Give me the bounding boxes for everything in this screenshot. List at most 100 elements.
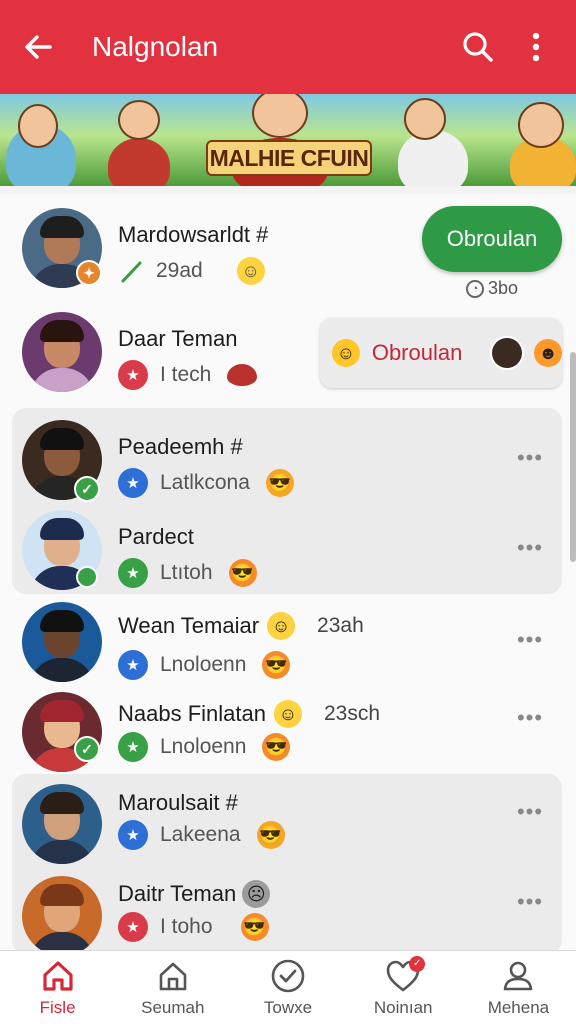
primary-action-button[interactable]: Obroulan — [422, 206, 562, 272]
cool-emoji-icon: 😎 — [262, 733, 291, 761]
nav-label: Towxe — [263, 997, 313, 1017]
banner-title: MALHIE CFUIN — [206, 140, 372, 176]
nav-item-tasks[interactable]: Towxe — [230, 951, 345, 1024]
chat-emoji-icon: ☺ — [332, 339, 360, 367]
star-icon: ★ — [118, 820, 148, 850]
more-horizontal-icon[interactable]: ••• — [516, 801, 544, 826]
banner-character-4-head — [404, 98, 446, 140]
nav-item-search[interactable]: Seumah — [115, 951, 230, 1024]
contact-subtitle-row: ★ Lnoloenn 😎 — [118, 732, 291, 762]
more-options-button[interactable] — [514, 25, 558, 69]
more-horizontal-icon[interactable]: ••• — [516, 629, 544, 654]
contact-name-row: Naabs Finlatan ☺ 23sch — [118, 700, 380, 728]
nav-label: Fisle — [39, 997, 76, 1017]
contact-name-row: Wean Temaiar ☺ 23ah — [118, 612, 364, 640]
action-counter: ◔ 3bo — [466, 278, 518, 299]
promo-banner[interactable]: MALHIE CFUIN — [0, 94, 576, 186]
list-item[interactable]: ✓ Naabs Finlatan ☺ 23sch ★ Lnoloenn 😎 ••… — [0, 686, 576, 778]
contact-name: Pardect — [118, 524, 194, 549]
nav-item-home[interactable]: Fisle — [0, 951, 115, 1024]
more-horizontal-icon[interactable]: ••• — [516, 891, 544, 916]
party-emoji-icon: ☻ — [534, 339, 562, 367]
heart-icon: ✓ — [385, 955, 426, 994]
contact-subtitle-row: 29ad ☺ — [118, 256, 265, 286]
nav-label: Seumah — [141, 997, 205, 1017]
contact-name: Daitr Teman — [118, 881, 237, 906]
nav-label: Mehena — [487, 997, 550, 1017]
contact-subtitle-row: ★ Latlkcona 😎 — [118, 468, 294, 498]
more-horizontal-icon[interactable]: ••• — [516, 537, 544, 562]
smile-emoji-icon: ☺ — [273, 700, 302, 728]
page-title: Nalgnolan — [92, 31, 219, 62]
search-button[interactable] — [456, 25, 500, 69]
bottom-navigation: Fisle Seumah Towxe ✓ Noinıan Mehena — [0, 950, 576, 1024]
contact-subtitle: Lakeena — [160, 823, 241, 846]
avatar — [22, 784, 102, 864]
contact-subtitle: 29ad — [156, 259, 203, 282]
timestamp: 23sch — [323, 702, 381, 725]
check-circle-icon — [270, 958, 306, 994]
contact-subtitle-row: ★ Lnoloenn 😎 — [118, 650, 291, 680]
contact-subtitle-row: ★ I toho 😎 — [118, 912, 269, 942]
nav-item-notifications[interactable]: ✓ Noinıan — [346, 951, 461, 1024]
contact-name-row: Daitr Teman ☹ — [118, 880, 271, 908]
nav-label: Noinıan — [373, 997, 433, 1017]
star-icon: ★ — [118, 558, 148, 588]
contact-list[interactable]: ✦ Mardowsarldt # 29ad ☺ Obroulan ◔ 3bo D… — [0, 194, 576, 950]
counter-label: 3bo — [488, 278, 519, 298]
scrollbar[interactable] — [570, 352, 576, 562]
more-horizontal-icon[interactable]: ••• — [516, 447, 544, 472]
contact-subtitle: Lnoloenn — [160, 735, 247, 758]
contact-name: Peadeemh # — [118, 434, 243, 459]
avatar — [490, 336, 525, 370]
home-outline-icon — [155, 958, 191, 994]
banner-character-2-head — [118, 100, 160, 140]
smile-emoji-icon: ☺ — [236, 257, 265, 285]
avatar — [22, 602, 102, 682]
star-icon: ★ — [118, 360, 148, 390]
arrow-left-icon — [25, 35, 52, 59]
online-check-icon: ✓ — [74, 476, 100, 502]
more-horizontal-icon[interactable]: ••• — [516, 707, 544, 732]
banner-character-5-head — [518, 102, 564, 148]
cool-emoji-icon: 😎 — [228, 559, 257, 587]
smile-emoji-icon: ☺ — [267, 612, 296, 640]
banner-character-2 — [108, 138, 170, 186]
secondary-action-pill[interactable]: ☺ Obroulan ☻ — [320, 318, 562, 388]
cool-emoji-icon: 😎 — [240, 913, 269, 941]
banner-character-1-head — [18, 104, 58, 148]
contact-name: Wean Temaiar — [118, 613, 260, 638]
contact-subtitle-row: ★ I tech — [118, 360, 258, 390]
secondary-action-label: Obroulan — [371, 340, 463, 365]
rugby-ball-emoji-icon — [227, 364, 258, 386]
contact-subtitle: I toho — [160, 915, 213, 938]
app-bar: Nalgnolan — [0, 0, 576, 94]
list-item[interactable]: ✓ Peadeemh # ★ Latlkcona 😎 ••• — [0, 414, 576, 506]
contact-name: Naabs Finlatan — [118, 701, 266, 726]
list-item[interactable]: Maroulsait # ★ Lakeena 😎 ••• — [0, 778, 576, 870]
clock-icon: ◔ — [466, 279, 484, 298]
dizzy-emoji-icon: ☹ — [242, 880, 271, 908]
person-icon — [500, 958, 536, 994]
sunglasses-emoji-icon: 😎 — [256, 821, 285, 849]
star-icon: ★ — [118, 650, 148, 680]
nav-item-profile[interactable]: Mehena — [461, 951, 576, 1024]
contact-name: Daar Teman — [118, 326, 238, 351]
banner-character-3-head — [252, 94, 308, 138]
home-icon — [40, 958, 76, 994]
timestamp: 23ah — [317, 614, 364, 637]
more-vertical-icon — [532, 32, 540, 62]
contact-subtitle: Lnoloenn — [160, 653, 247, 676]
online-check-icon: ✓ — [74, 736, 100, 762]
contact-subtitle: Latlkcona — [160, 471, 250, 494]
list-item[interactable]: Daitr Teman ☹ ★ I toho 😎 ••• — [0, 870, 576, 950]
star-icon: ★ — [118, 468, 148, 498]
contact-subtitle-row: ★ Ltıtoh 😎 — [118, 558, 257, 588]
back-button[interactable] — [18, 27, 58, 67]
online-icon — [76, 566, 98, 588]
avatar — [22, 312, 102, 392]
list-item[interactable]: Pardect ★ Ltıtoh 😎 ••• — [0, 504, 576, 596]
contact-subtitle-row: ★ Lakeena 😎 — [118, 820, 285, 850]
list-item[interactable]: Wean Temaiar ☺ 23ah ★ Lnoloenn 😎 ••• — [0, 596, 576, 688]
contact-name: Maroulsait # — [118, 790, 238, 815]
